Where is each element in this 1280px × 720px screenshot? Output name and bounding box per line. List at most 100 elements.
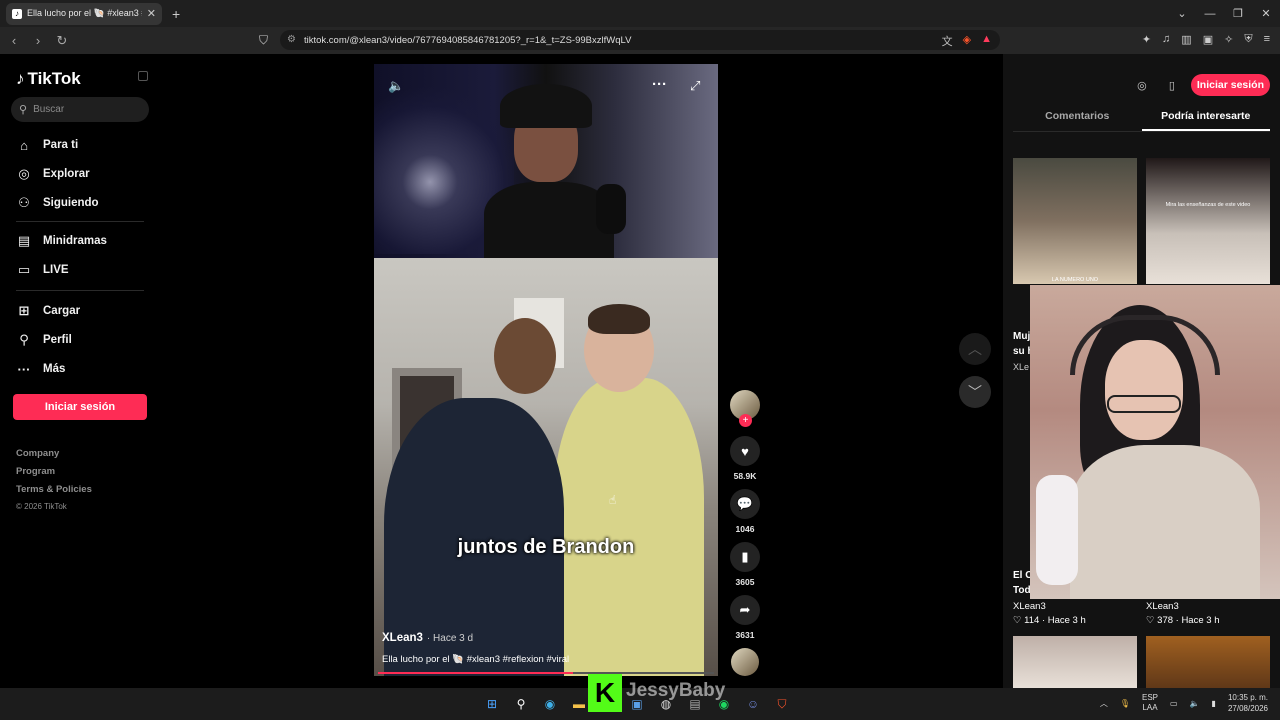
- sidebar-item-siguiendo[interactable]: ⚇ Siguiendo: [16, 195, 98, 211]
- reload-icon[interactable]: ↻: [52, 33, 72, 49]
- footer-link-company[interactable]: Company: [16, 448, 59, 459]
- footer-link-program[interactable]: Program: [16, 466, 55, 477]
- brave-icon[interactable]: ⛉: [772, 694, 792, 714]
- edge-icon[interactable]: ◉: [540, 694, 560, 714]
- minimize-button[interactable]: —: [1196, 8, 1224, 20]
- translate-icon[interactable]: 文: [942, 33, 953, 49]
- headphones-figure: [1070, 315, 1220, 375]
- mic-icon[interactable]: 🎙: [1120, 699, 1130, 708]
- search-input[interactable]: [33, 104, 134, 115]
- author-name[interactable]: XLean3: [382, 632, 423, 644]
- clock-time: 10:35 p. m.: [1227, 693, 1268, 702]
- file-explorer-icon[interactable]: ▬: [569, 694, 589, 714]
- mouse-cursor-icon: ☝: [609, 493, 617, 507]
- browser-tabbar: ♪ Ella lucho por el 🐚 #xlean3 #... ✕ + ⌄…: [0, 0, 1280, 27]
- network-icon[interactable]: ▭: [1170, 699, 1178, 708]
- right-panel-header: ◎ ▯ Iniciar sesión: [1131, 74, 1270, 96]
- share-icon[interactable]: ➦: [730, 595, 760, 625]
- volume-icon[interactable]: 🔈: [1190, 699, 1200, 708]
- header-login-button[interactable]: Iniciar sesión: [1190, 74, 1270, 96]
- previous-video-button[interactable]: ︿: [959, 333, 991, 365]
- leo-ai-icon[interactable]: ✧: [1224, 33, 1233, 46]
- recommended-thumbnail[interactable]: [1146, 636, 1270, 688]
- sidebar-item-explorar[interactable]: ◎ Explorar: [16, 166, 89, 182]
- tab-title: Ella lucho por el 🐚 #xlean3 #...: [27, 8, 142, 18]
- new-tab-button[interactable]: +: [172, 6, 180, 22]
- address-bar[interactable]: ⚙ tiktok.com/@xlean3/video/7677694085846…: [280, 30, 1000, 50]
- card-title-partial[interactable]: Muj: [1013, 331, 1030, 342]
- profile-icon: ⚲: [19, 332, 29, 347]
- card-user[interactable]: XLean3: [1146, 601, 1179, 612]
- card-title-partial[interactable]: Tod: [1013, 585, 1031, 596]
- comment-action[interactable]: 💬 1046: [729, 489, 761, 534]
- divider: [16, 221, 144, 222]
- vpn-icon[interactable]: ⛨: [1244, 33, 1252, 46]
- sidebar-item-perfil[interactable]: ⚲ Perfil: [16, 332, 72, 348]
- browser-tab[interactable]: ♪ Ella lucho por el 🐚 #xlean3 #... ✕: [6, 2, 162, 25]
- tiktok-logo[interactable]: ♪ TikTok: [16, 69, 81, 89]
- fullscreen-icon[interactable]: ⤢: [690, 78, 700, 94]
- video-progress-bar[interactable]: [378, 672, 714, 674]
- clock-date: 27/08/2026: [1227, 704, 1268, 713]
- next-video-button[interactable]: ﹀: [959, 376, 991, 408]
- wallet-icon[interactable]: ▣: [1203, 33, 1213, 46]
- forward-icon[interactable]: ›: [28, 33, 48, 48]
- back-icon[interactable]: ‹: [4, 33, 24, 48]
- sidebar-item-para-ti[interactable]: ⌂ Para ti: [16, 137, 78, 153]
- save-action[interactable]: ▮ 3605: [729, 542, 761, 587]
- brave-shield-icon[interactable]: ◈: [963, 33, 971, 49]
- clock[interactable]: 10:35 p. m. 27/08/2026: [1228, 692, 1268, 714]
- sidebar-item-mas[interactable]: ··· Más: [16, 361, 66, 377]
- brave-rewards-icon[interactable]: ▲: [981, 33, 992, 49]
- video-author[interactable]: XLean3 · Hace 3 d: [382, 632, 473, 644]
- card-user[interactable]: XLean3: [1013, 601, 1046, 612]
- tab-podria-interesarte[interactable]: Podría interesarte: [1141, 110, 1270, 131]
- windows-start-icon[interactable]: ⊞: [482, 694, 502, 714]
- lang-code: ESP: [1142, 693, 1159, 702]
- language-indicator[interactable]: ESP LAA: [1142, 693, 1158, 713]
- site-info-icon[interactable]: ⚙: [287, 34, 296, 45]
- search-icon[interactable]: ⚲: [511, 694, 531, 714]
- home-icon: ⌂: [20, 137, 28, 153]
- sidebar-item-minidramas[interactable]: ▤ Minidramas: [16, 233, 107, 249]
- comment-icon[interactable]: 💬: [730, 489, 760, 519]
- bookmark-icon[interactable]: ▮: [730, 542, 760, 572]
- device-icon[interactable]: ▯: [1161, 74, 1183, 96]
- discord-icon[interactable]: ☺: [743, 694, 763, 714]
- card-user-partial[interactable]: XLe: [1013, 362, 1029, 372]
- more-options-icon[interactable]: ···: [652, 76, 667, 93]
- tab-comentarios[interactable]: Comentarios: [1013, 110, 1142, 131]
- recommended-thumbnail[interactable]: LA NUMERO UNO: [1013, 158, 1137, 284]
- menu-icon[interactable]: ≡: [1264, 33, 1270, 46]
- search-box[interactable]: ⚲: [11, 97, 149, 122]
- share-action[interactable]: ➦ 3631: [729, 595, 761, 640]
- tray-chevron-icon[interactable]: ︿: [1100, 698, 1108, 709]
- footer-link-terms[interactable]: Terms & Policies: [16, 484, 92, 495]
- login-button[interactable]: Iniciar sesión: [13, 394, 147, 420]
- close-window-button[interactable]: ✕: [1252, 7, 1280, 20]
- video-player[interactable]: 🔈 ··· ⤢ juntos de Brandon XLean3 · Hace …: [374, 64, 718, 676]
- like-action[interactable]: ♥ 58.9K: [729, 436, 761, 481]
- video-description[interactable]: Ella lucho por el 🐚 #xlean3 #reflexion #…: [382, 654, 569, 665]
- bookmark-icon[interactable]: ⛉: [259, 33, 268, 48]
- volume-icon[interactable]: 🔈: [388, 78, 404, 94]
- close-tab-icon[interactable]: ✕: [147, 7, 156, 20]
- music-disc-avatar[interactable]: [731, 648, 759, 676]
- author-avatar[interactable]: +: [730, 390, 760, 427]
- video-actions: + ♥ 58.9K 💬 1046 ▮ 3605 ➦ 3631: [729, 390, 761, 676]
- recommended-thumbnail[interactable]: [1013, 636, 1137, 688]
- sidebar-item-cargar[interactable]: ⊞ Cargar: [16, 303, 81, 319]
- extensions-icon[interactable]: ✦: [1142, 33, 1151, 46]
- recommended-thumbnail[interactable]: Mira las enseñanzas de este video: [1146, 158, 1270, 284]
- tab-search-icon[interactable]: ⌄: [1168, 7, 1196, 20]
- media-icon[interactable]: ♫: [1162, 33, 1170, 46]
- follow-plus-icon[interactable]: +: [739, 414, 752, 427]
- sidebar-icon[interactable]: ▥: [1181, 33, 1191, 46]
- heart-icon[interactable]: ♥: [730, 436, 760, 466]
- sidebar-item-live[interactable]: ▭ LIVE: [16, 262, 69, 278]
- coin-icon[interactable]: ◎: [1131, 74, 1153, 96]
- comment-count: 1046: [735, 524, 755, 534]
- battery-icon[interactable]: ▮: [1212, 699, 1216, 708]
- maximize-button[interactable]: ❐: [1224, 7, 1252, 20]
- collapse-sidebar-icon[interactable]: [138, 71, 148, 81]
